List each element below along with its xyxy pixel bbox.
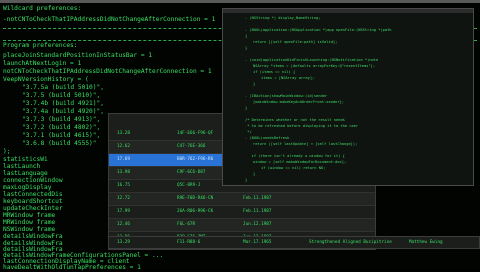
code-line: return [[self openFile:path] isValid]; — [253, 40, 338, 44]
terminal-line: placeJoinStandardPositionInStatusBar = 1 — [3, 52, 153, 59]
code-line: items = [NSArray array]; — [261, 76, 315, 80]
table-cell: 13.29 — [117, 240, 130, 245]
terminal-line: "3.7.4b (build 4921)", — [22, 100, 104, 107]
code-editor-window[interactable]: - (NSString *) display_NameString; - (BO… — [222, 8, 474, 186]
table-cell: 17.69 — [117, 157, 130, 162]
terminal-line: -notCNToCheckThatIPAddressDidNotChangeAf… — [3, 16, 216, 23]
code-line: if (window == nil) return NO; — [261, 166, 326, 170]
code-line: } — [245, 178, 248, 182]
code-line: - (NSString *) display_NameString; — [245, 16, 321, 20]
code-line: { — [245, 34, 248, 38]
table-cell: 16.75 — [117, 183, 130, 188]
terminal-line: "3.6.8 (build 4555)" — [22, 140, 97, 147]
table-cell: Strengthened Aligned Bucipitrine — [309, 240, 392, 245]
terminal-line: "3.7.1 (build 4615)", — [22, 132, 101, 139]
table-cell: 17.99 — [117, 209, 130, 214]
table-cell: R9E-F0D-R46-CN — [177, 196, 214, 201]
terminal-line: notCNToCheckThatIPAddressDidNotChangeAft… — [3, 68, 212, 75]
code-line: - (BOOL)application:(NSApplication *)app… — [245, 28, 392, 32]
terminal-line: haveDealtWithOldTunTapPreferences = 1 — [3, 264, 141, 271]
table-row[interactable]: 12.72 R9E-F0D-R46-CN Feb.11.1987 — [109, 193, 375, 206]
terminal-line: "3.7.5a (build 5010)", — [22, 84, 104, 91]
table-row[interactable]: 17.99 26A-R06-R96-CK Feb.11.1987 — [109, 206, 375, 219]
table-cell: Mar.17.1965 — [243, 240, 272, 245]
table-cell: Matthew Ewing — [409, 240, 443, 245]
terminal-line: Wildcard preferences: — [3, 5, 82, 12]
code-line: } — [253, 82, 256, 86]
table-cell: Feb.11.1987 — [243, 209, 272, 214]
code-line: [mainWindow makeKeyAndOrderFront:sender]… — [253, 100, 345, 104]
code-line: } — [245, 46, 248, 50]
terminal-line: VeepNVersionHistory = ( — [3, 76, 89, 83]
table-cell: 26A-R06-R96-CK — [177, 209, 214, 214]
code-line: * to be refreshed before displaying it t… — [245, 124, 359, 128]
terminal-line: "3.7.2 (build 4802)", — [22, 124, 101, 131]
code-window-titlebar[interactable] — [223, 9, 473, 13]
table-cell: Feb.11.1987 — [243, 196, 272, 201]
terminal-line: launchAtNextLogin = 1 — [3, 60, 82, 67]
terminal-line: "3.7.5 (build 5010)", — [22, 92, 101, 99]
table-cell: 13.98 — [117, 170, 130, 175]
table-cell: 12.46 — [117, 222, 130, 227]
table-cell: 12.72 — [117, 196, 130, 201]
table-cell: F11-R88-6 — [177, 240, 201, 245]
table-cell: 12.62 — [117, 144, 130, 149]
terminal-line: Program preferences: — [3, 42, 78, 49]
code-line: return ([self lastUpdate] < [self lastCh… — [253, 142, 358, 146]
table-row-wide[interactable]: 13.29 F11-R88-6 Mar.17.1965 Strengthened… — [108, 236, 480, 249]
table-cell: F6L-67R — [177, 222, 196, 227]
table-row[interactable]: 12.46 F6L-67R Jun.12.1987 — [109, 219, 375, 232]
table-cell: Jun.12.1987 — [243, 222, 272, 227]
code-line: } — [253, 172, 256, 176]
terminal-line: "3.7.3 (build 4913)", — [22, 116, 101, 123]
terminal-line: ); — [3, 148, 11, 155]
terminal-line: "3.7.4a (build 4920)", — [22, 108, 104, 115]
table-cell: 13.28 — [117, 131, 130, 136]
code-line: } — [245, 106, 248, 110]
